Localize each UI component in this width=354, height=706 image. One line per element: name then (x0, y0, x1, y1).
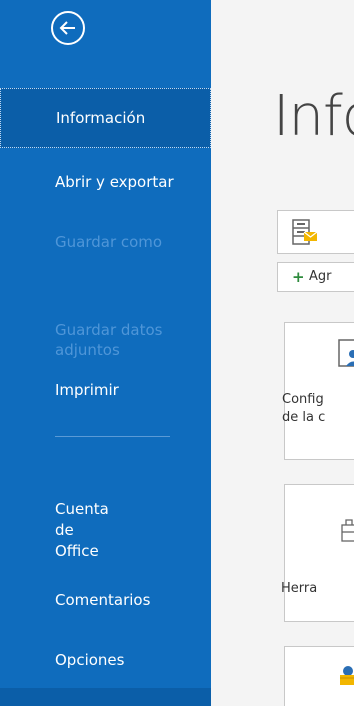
nav-item-abrir-exportar[interactable]: Abrir y exportar (0, 172, 211, 192)
nav-item-label: Información (56, 109, 146, 127)
card-label: Config de la c (282, 392, 326, 425)
nav-item-informacion[interactable]: Información (0, 88, 211, 148)
nav-item-opciones[interactable]: Opciones (0, 650, 211, 670)
nav-item-label: Guardar datos adjuntos (55, 321, 163, 359)
card-label: Herra (281, 581, 318, 596)
nav-item-cuenta-office[interactable]: Cuenta de Office (0, 478, 211, 562)
mailbox-icon (292, 219, 318, 245)
tools-card[interactable]: Herra (281, 484, 354, 622)
account-selector[interactable] (277, 210, 354, 254)
account-settings-icon (338, 339, 354, 367)
add-account-label: Agr (309, 269, 332, 284)
nav-divider (55, 436, 170, 437)
rules-icon (340, 666, 354, 685)
nav-item-comentarios[interactable]: Comentarios (0, 590, 211, 610)
plus-icon: + (292, 268, 305, 286)
add-account-button[interactable]: + Agr (277, 262, 354, 292)
back-arrow-icon[interactable] (51, 11, 85, 45)
nav-item-label: Comentarios (55, 591, 151, 609)
info-content: Info + Agr Config de la c Herra (211, 0, 354, 706)
sidebar-bottom-strip (0, 688, 211, 706)
backstage-sidebar: Información Abrir y exportar Guardar com… (0, 0, 211, 706)
nav-item-guardar-como[interactable]: Guardar como (0, 232, 211, 252)
nav-item-label: Cuenta de Office (55, 500, 109, 560)
nav-item-label: Imprimir (55, 381, 119, 399)
page-title: Info (273, 84, 354, 149)
manage-rules-card[interactable] (284, 646, 354, 706)
account-settings-card[interactable]: Config de la c (282, 322, 354, 460)
nav-item-label: Opciones (55, 651, 125, 669)
nav-item-label: Guardar como (55, 233, 163, 251)
nav-item-guardar-adjuntos[interactable]: Guardar datos adjuntos (0, 300, 211, 360)
tools-icon (341, 519, 354, 542)
nav-item-label: Abrir y exportar (55, 173, 174, 191)
nav-item-imprimir[interactable]: Imprimir (0, 380, 211, 400)
